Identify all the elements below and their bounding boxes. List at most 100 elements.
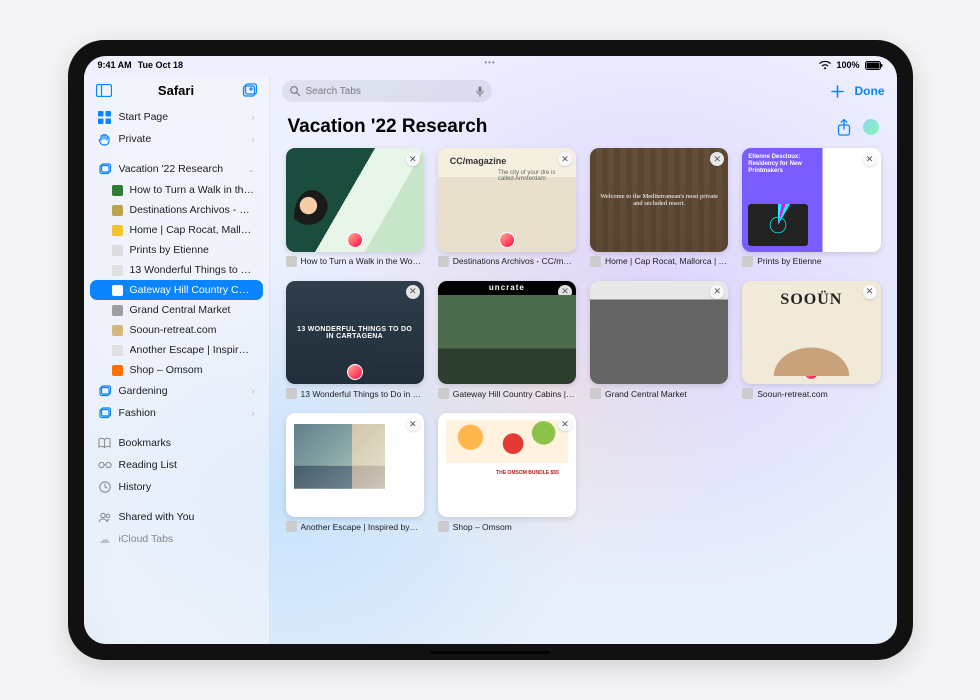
- sidebar-tab-cap[interactable]: Home | Cap Rocat, Mallorc…: [90, 220, 263, 240]
- sidebar-tab-gateway[interactable]: Gateway Hill Country Cabi…: [90, 280, 263, 300]
- collaborator-avatar[interactable]: [863, 119, 879, 135]
- tab-caption: Shop – Omsom: [438, 521, 576, 532]
- sidebar-item-history[interactable]: History: [90, 476, 263, 498]
- tab-caption-label: Gateway Hill Country Cabins |…: [453, 389, 575, 399]
- sidebar-tab-gcm[interactable]: Grand Central Market: [90, 300, 263, 320]
- tab-thumbnail[interactable]: ✕: [286, 413, 424, 517]
- done-button[interactable]: Done: [855, 84, 885, 98]
- close-icon[interactable]: ✕: [406, 285, 420, 299]
- tab-caption: Another Escape | Inspired by…: [286, 521, 424, 532]
- sidebar-tab-prints[interactable]: Prints by Etienne: [90, 240, 263, 260]
- sidebar-item-label: Shared with You: [119, 511, 255, 523]
- tab-thumbnail[interactable]: ✕: [286, 148, 424, 252]
- tab-thumbnail[interactable]: ✕: [438, 281, 576, 385]
- sidebar-title: Safari: [122, 83, 231, 98]
- sidebar-tab-13[interactable]: 13 Wonderful Things to Do…: [90, 260, 263, 280]
- sidebar: Safari Start Page ›: [84, 74, 270, 644]
- sidebar-tab-cc[interactable]: Destinations Archivos - CC…: [90, 200, 263, 220]
- mic-icon[interactable]: [476, 86, 484, 97]
- tab-thumbnail[interactable]: ✕: [590, 281, 728, 385]
- new-tab-group-icon[interactable]: [239, 80, 259, 100]
- tab-caption-label: How to Turn a Walk in the Wo…: [301, 256, 421, 266]
- ipad-frame: 9:41 AM Tue Oct 18 100% •••: [68, 40, 913, 660]
- shared-avatar: [347, 364, 363, 380]
- sidebar-item-label: Fashion: [119, 407, 245, 419]
- tab-card[interactable]: ✕ How to Turn a Walk in the Wo…: [286, 148, 424, 267]
- sidebar-tab-group-fashion[interactable]: Fashion ›: [90, 402, 263, 424]
- tab-thumbnail[interactable]: ✕: [286, 281, 424, 385]
- close-icon[interactable]: ✕: [406, 417, 420, 431]
- tab-caption: How to Turn a Walk in the Wo…: [286, 256, 424, 267]
- search-icon: [290, 86, 300, 96]
- sidebar-tab-another[interactable]: Another Escape | Inspired…: [90, 340, 263, 360]
- favicon: [112, 265, 123, 276]
- tab-caption: Prints by Etienne: [742, 256, 880, 267]
- tab-thumbnail[interactable]: ✕: [438, 413, 576, 517]
- tab-caption: Home | Cap Rocat, Mallorca | …: [590, 256, 728, 267]
- sidebar-item-bookmarks[interactable]: Bookmarks: [90, 432, 263, 454]
- tab-caption-label: Shop – Omsom: [453, 522, 512, 532]
- sidebar-tab-group-gardening[interactable]: Gardening ›: [90, 380, 263, 402]
- chevron-right-icon: ›: [252, 134, 255, 144]
- wifi-icon: [819, 61, 831, 70]
- tab-thumbnail[interactable]: ✕: [438, 148, 576, 252]
- favicon: [590, 388, 601, 399]
- search-placeholder: Search Tabs: [306, 86, 361, 97]
- sidebar-tab-group-vacation[interactable]: Vacation '22 Research ⌄: [90, 158, 263, 180]
- share-icon[interactable]: [837, 119, 851, 136]
- sidebar-toggle-icon[interactable]: [94, 80, 114, 100]
- sidebar-tab-omsom[interactable]: Shop – Omsom: [90, 360, 263, 380]
- tab-caption: Gateway Hill Country Cabins |…: [438, 388, 576, 399]
- sidebar-item-label: Start Page: [119, 111, 245, 123]
- favicon: [438, 256, 449, 267]
- tab-card[interactable]: ✕Destinations Archivos - CC/m…: [438, 148, 576, 267]
- sidebar-tab-sooun[interactable]: Sooun-retreat.com: [90, 320, 263, 340]
- tab-card[interactable]: ✕ Sooun-retreat.com: [742, 281, 880, 400]
- tab-caption: 13 Wonderful Things to Do in …: [286, 388, 424, 399]
- tab-card[interactable]: ✕ Home | Cap Rocat, Mallorca | …: [590, 148, 728, 267]
- close-icon[interactable]: ✕: [710, 152, 724, 166]
- close-icon[interactable]: ✕: [406, 152, 420, 166]
- tab-thumbnail[interactable]: ✕: [742, 148, 880, 252]
- close-icon[interactable]: ✕: [558, 285, 572, 299]
- sidebar-item-label: Private: [119, 133, 245, 145]
- tab-caption: Grand Central Market: [590, 388, 728, 399]
- tab-caption-label: Sooun-retreat.com: [757, 389, 827, 399]
- tab-card[interactable]: ✕ Gateway Hill Country Cabins |…: [438, 281, 576, 400]
- close-icon[interactable]: ✕: [710, 285, 724, 299]
- search-input[interactable]: Search Tabs: [282, 80, 492, 102]
- multitask-dots-icon[interactable]: •••: [484, 58, 495, 67]
- book-icon: [98, 436, 112, 450]
- sidebar-item-label: Sooun-retreat.com: [130, 324, 255, 336]
- new-tab-button[interactable]: [830, 84, 845, 99]
- tab-card[interactable]: ✕ Another Escape | Inspired by…: [286, 413, 424, 532]
- close-icon[interactable]: ✕: [863, 285, 877, 299]
- screen: 9:41 AM Tue Oct 18 100% •••: [84, 56, 897, 644]
- sidebar-item-label: Shop – Omsom: [130, 364, 255, 376]
- sidebar-item-icloud-tabs[interactable]: ☁︎ iCloud Tabs: [90, 528, 263, 550]
- tab-thumbnail[interactable]: ✕: [590, 148, 728, 252]
- shared-avatar: [803, 364, 819, 380]
- close-icon[interactable]: ✕: [863, 152, 877, 166]
- tab-card[interactable]: ✕ 13 Wonderful Things to Do in …: [286, 281, 424, 400]
- close-icon[interactable]: ✕: [558, 417, 572, 431]
- sidebar-tab-walk[interactable]: How to Turn a Walk in the …: [90, 180, 263, 200]
- people-icon: [98, 510, 112, 524]
- sidebar-item-shared-with-you[interactable]: Shared with You: [90, 506, 263, 528]
- sidebar-item-label: 13 Wonderful Things to Do…: [130, 264, 255, 276]
- status-time: 9:41 AM: [98, 60, 132, 70]
- sidebar-item-private[interactable]: Private ›: [90, 128, 263, 150]
- sidebar-item-label: Grand Central Market: [130, 304, 255, 316]
- favicon: [286, 388, 297, 399]
- sidebar-item-label: Gateway Hill Country Cabi…: [130, 284, 255, 296]
- close-icon[interactable]: ✕: [558, 152, 572, 166]
- cloud-icon: ☁︎: [98, 532, 112, 546]
- favicon: [112, 205, 123, 216]
- sidebar-item-start-page[interactable]: Start Page ›: [90, 106, 263, 128]
- chevron-down-icon: ⌄: [247, 164, 255, 175]
- sidebar-item-reading-list[interactable]: Reading List: [90, 454, 263, 476]
- tab-card[interactable]: ✕ Prints by Etienne: [742, 148, 880, 267]
- tab-card[interactable]: ✕ Grand Central Market: [590, 281, 728, 400]
- tab-thumbnail[interactable]: ✕: [742, 281, 880, 385]
- tab-card[interactable]: ✕ Shop – Omsom: [438, 413, 576, 532]
